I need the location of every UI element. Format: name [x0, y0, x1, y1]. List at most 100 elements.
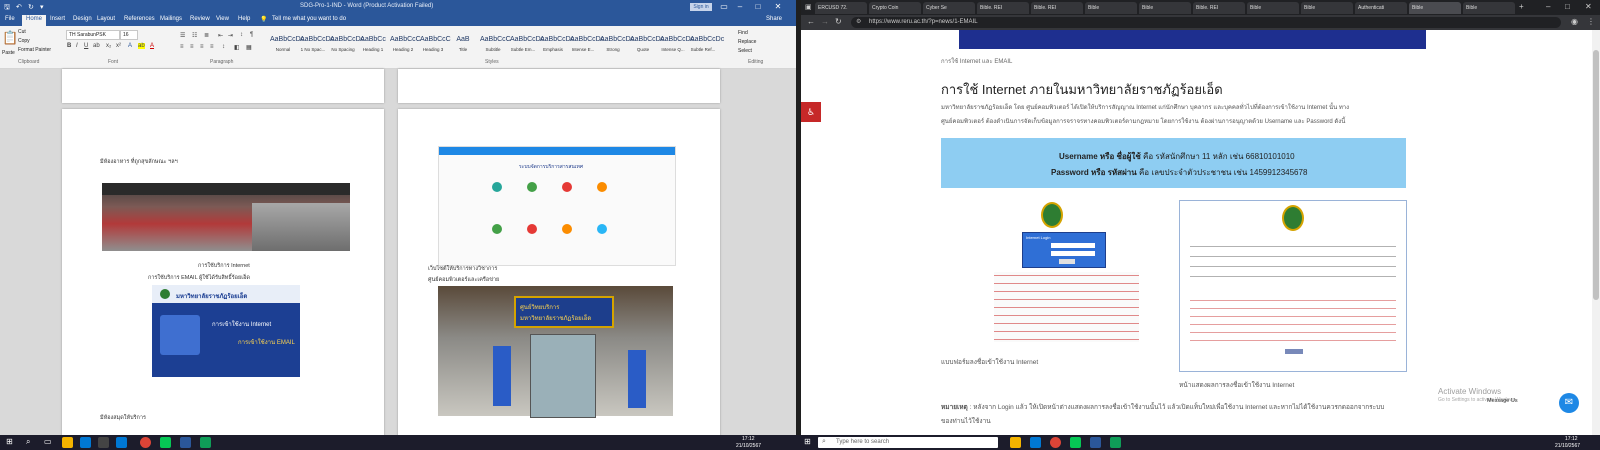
start-icon[interactable]: ⊞	[6, 437, 13, 446]
justify-icon[interactable]: ≡	[210, 44, 214, 50]
start-icon-right[interactable]: ⊞	[804, 437, 811, 446]
bullets-icon[interactable]: ☰	[180, 32, 185, 39]
chrome-icon-right[interactable]	[1050, 437, 1061, 448]
font-color-icon[interactable]: A	[150, 43, 154, 49]
browser-tab-1[interactable]: ERCUSD 72.	[815, 2, 867, 14]
style-4[interactable]: AaBbCc Heading 1	[360, 33, 386, 57]
italic-icon[interactable]: I	[76, 43, 78, 49]
style-3[interactable]: AaBbCcDc No Spacing	[330, 33, 364, 57]
scrollbar-thumb[interactable]	[1593, 50, 1599, 300]
tab-references[interactable]: References	[124, 16, 155, 22]
align-left-icon[interactable]: ≡	[180, 44, 184, 50]
undo-icon[interactable]: ↶	[16, 3, 22, 11]
edge-icon[interactable]	[200, 437, 211, 448]
redo-icon[interactable]: ↻	[28, 3, 34, 11]
task-view-icon[interactable]: ▭	[44, 437, 52, 446]
replace-button[interactable]: Replace	[738, 39, 756, 45]
page-left[interactable]: มีห้องอาหาร ที่ถูกสุขลักษณะ ฯลฯ การใช้บร…	[62, 109, 384, 435]
store-icon-right[interactable]	[1030, 437, 1041, 448]
tab-layout[interactable]: Layout	[97, 16, 115, 22]
style-5[interactable]: AaBbCcC Heading 2	[390, 33, 421, 57]
browser-tab-8[interactable]: Bible. REI	[1193, 2, 1245, 14]
shading-icon[interactable]: ◧	[234, 44, 240, 51]
message-us-label[interactable]: Message Us	[1487, 398, 1518, 404]
increase-indent-icon[interactable]: ⇥	[228, 32, 233, 39]
select-button[interactable]: Select	[738, 48, 752, 54]
tell-me-box[interactable]: Tell me what you want to do	[272, 16, 346, 22]
multilevel-list-icon[interactable]: ≣	[204, 32, 209, 39]
browser-tab-4[interactable]: Bible. REI	[977, 2, 1029, 14]
strikethrough-icon[interactable]: ab	[93, 43, 100, 49]
back-icon[interactable]: ←	[807, 17, 815, 26]
close-icon[interactable]: ✕	[772, 2, 784, 12]
font-name-field[interactable]: TH SarabunPSK	[66, 30, 120, 40]
style-6[interactable]: AaBbCcC Heading 3	[420, 33, 451, 57]
minimize-icon[interactable]: –	[734, 2, 746, 12]
page-right[interactable]: ระบบจัดการบริการสารสนเทศ เว็บไซต์ให้บริก…	[398, 109, 720, 435]
browser-tab-3[interactable]: Cyber Se	[923, 2, 975, 14]
save-icon[interactable]: 🖫	[4, 3, 10, 14]
line-icon[interactable]	[160, 437, 171, 448]
paste-button[interactable]: Paste	[2, 50, 15, 56]
style-11[interactable]: AaBbCcDc Intense E...	[570, 33, 604, 57]
style-7[interactable]: AaB Title	[450, 33, 476, 57]
menu-icon[interactable]: ⋮	[1587, 17, 1595, 26]
edge-icon-right[interactable]	[1110, 437, 1121, 448]
share-button[interactable]: Share	[766, 16, 782, 22]
browser-tab-7[interactable]: Bible	[1139, 2, 1191, 14]
style-14[interactable]: AaBbCcDc Intense Q...	[660, 33, 694, 57]
chrome-icon[interactable]	[140, 437, 151, 448]
font-size-field[interactable]: 16	[120, 30, 138, 40]
word-icon-right[interactable]	[1090, 437, 1101, 448]
site-info-icon[interactable]: ⚙	[856, 17, 861, 28]
style-8[interactable]: AaBbCcC Subtitle	[480, 33, 511, 57]
chat-icon[interactable]: ✉	[1559, 393, 1579, 413]
decrease-indent-icon[interactable]: ⇤	[218, 32, 223, 39]
file-explorer-icon[interactable]	[62, 437, 73, 448]
tab-review[interactable]: Review	[190, 16, 210, 22]
align-right-icon[interactable]: ≡	[200, 44, 204, 50]
style-1[interactable]: AaBbCcDc Normal	[270, 33, 304, 57]
superscript-icon[interactable]: x²	[116, 43, 121, 49]
store-icon[interactable]	[80, 437, 91, 448]
tab-insert[interactable]: Insert	[50, 16, 65, 22]
tab-design[interactable]: Design	[73, 16, 92, 22]
bold-icon[interactable]: B	[67, 43, 71, 49]
sort-icon[interactable]: ↕	[240, 32, 243, 38]
show-marks-icon[interactable]: ¶	[250, 32, 253, 38]
file-explorer-icon-right[interactable]	[1010, 437, 1021, 448]
address-bar[interactable]: ⚙ https://www.reru.ac.th/?p=news/1-EMAIL	[851, 17, 1561, 28]
browser-minimize-icon[interactable]: –	[1546, 2, 1550, 11]
sign-in-button[interactable]: Sign in	[690, 3, 712, 11]
browser-tab-5[interactable]: Bible. REI	[1031, 2, 1083, 14]
browser-tab-13[interactable]: Bible	[1463, 2, 1515, 14]
cut-button[interactable]: Cut	[18, 29, 26, 35]
underline-icon[interactable]: U	[84, 43, 88, 49]
copy-button[interactable]: Copy	[18, 38, 30, 44]
customize-quick-access-icon[interactable]: ▾	[40, 3, 44, 11]
accessibility-icon[interactable]: ♿	[801, 102, 821, 122]
maximize-icon[interactable]: □	[752, 2, 764, 12]
tab-help[interactable]: Help	[238, 16, 250, 22]
style-2[interactable]: AaBbCcDc 1 No Spac...	[300, 33, 334, 57]
numbering-icon[interactable]: ☷	[192, 32, 197, 39]
taskbar-search-box[interactable]: ⌕ Type here to search	[818, 437, 998, 448]
profile-icon[interactable]: ◉	[1571, 17, 1578, 26]
ribbon-display-options-icon[interactable]: ▭	[718, 2, 730, 12]
scrollbar[interactable]	[1592, 30, 1600, 435]
style-12[interactable]: AaBbCcDc Strong	[600, 33, 634, 57]
tab-view[interactable]: View	[216, 16, 229, 22]
highlight-icon[interactable]: ab	[138, 43, 145, 49]
word-icon[interactable]	[180, 437, 191, 448]
tab-file[interactable]: File	[5, 16, 15, 22]
style-15[interactable]: AaBbCcDc Subtle Ref...	[690, 33, 724, 57]
new-tab-icon[interactable]: +	[1519, 2, 1524, 11]
mail-icon[interactable]	[116, 437, 127, 448]
browser-tab-10[interactable]: Bible	[1301, 2, 1353, 14]
browser-maximize-icon[interactable]: □	[1565, 2, 1570, 11]
style-13[interactable]: AaBbCcDc Quote	[630, 33, 664, 57]
line-spacing-icon[interactable]: ↕	[222, 44, 225, 50]
calculator-icon[interactable]	[98, 437, 109, 448]
align-center-icon[interactable]: ≡	[190, 44, 194, 50]
subscript-icon[interactable]: x₂	[106, 43, 111, 49]
